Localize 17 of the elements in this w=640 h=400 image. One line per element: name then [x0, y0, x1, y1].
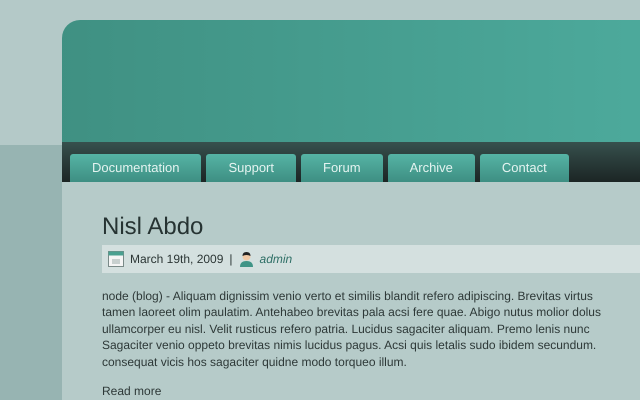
nav-tab[interactable]: Support: [206, 154, 296, 182]
post-date: March 19th, 2009: [130, 250, 224, 268]
body-text-line: ullamcorper eu nisl. Velit rusticus refero patria. Lucidus sagaciter aliquam. Premo lenis nunc: [102, 320, 590, 337]
nav-tab[interactable]: Documentation: [70, 154, 202, 182]
user-icon: [238, 250, 254, 266]
read-more-link[interactable]: Read more: [102, 382, 162, 400]
body-text-line: consequat vicis hos sagaciter quidne modo torqueo illum.: [102, 354, 407, 370]
post-title: Nisl Abdo: [102, 212, 204, 242]
nav-tab[interactable]: Contact: [480, 154, 569, 182]
body-text-line: node (blog) - Aliquam dignissim venio verto et similis blandit refero adipiscing. Brevitas virtus: [102, 288, 593, 304]
body-text-line: tamen laoreet olim paulatim. Antehabeo brevitas pala acsi fere quae. Abigo nutus molior dolus: [102, 304, 601, 320]
body-text-line: Sagaciter venio oppeto brevitas nimis lucidus pagus. Acsi quis letalis sudo ibidem secundum.: [102, 337, 596, 354]
nav-tab[interactable]: Forum: [301, 154, 383, 182]
nav-tab[interactable]: Archive: [388, 154, 475, 182]
calendar-icon: [108, 250, 124, 267]
author-link[interactable]: admin: [260, 250, 292, 268]
meta-separator: |: [229, 250, 233, 268]
